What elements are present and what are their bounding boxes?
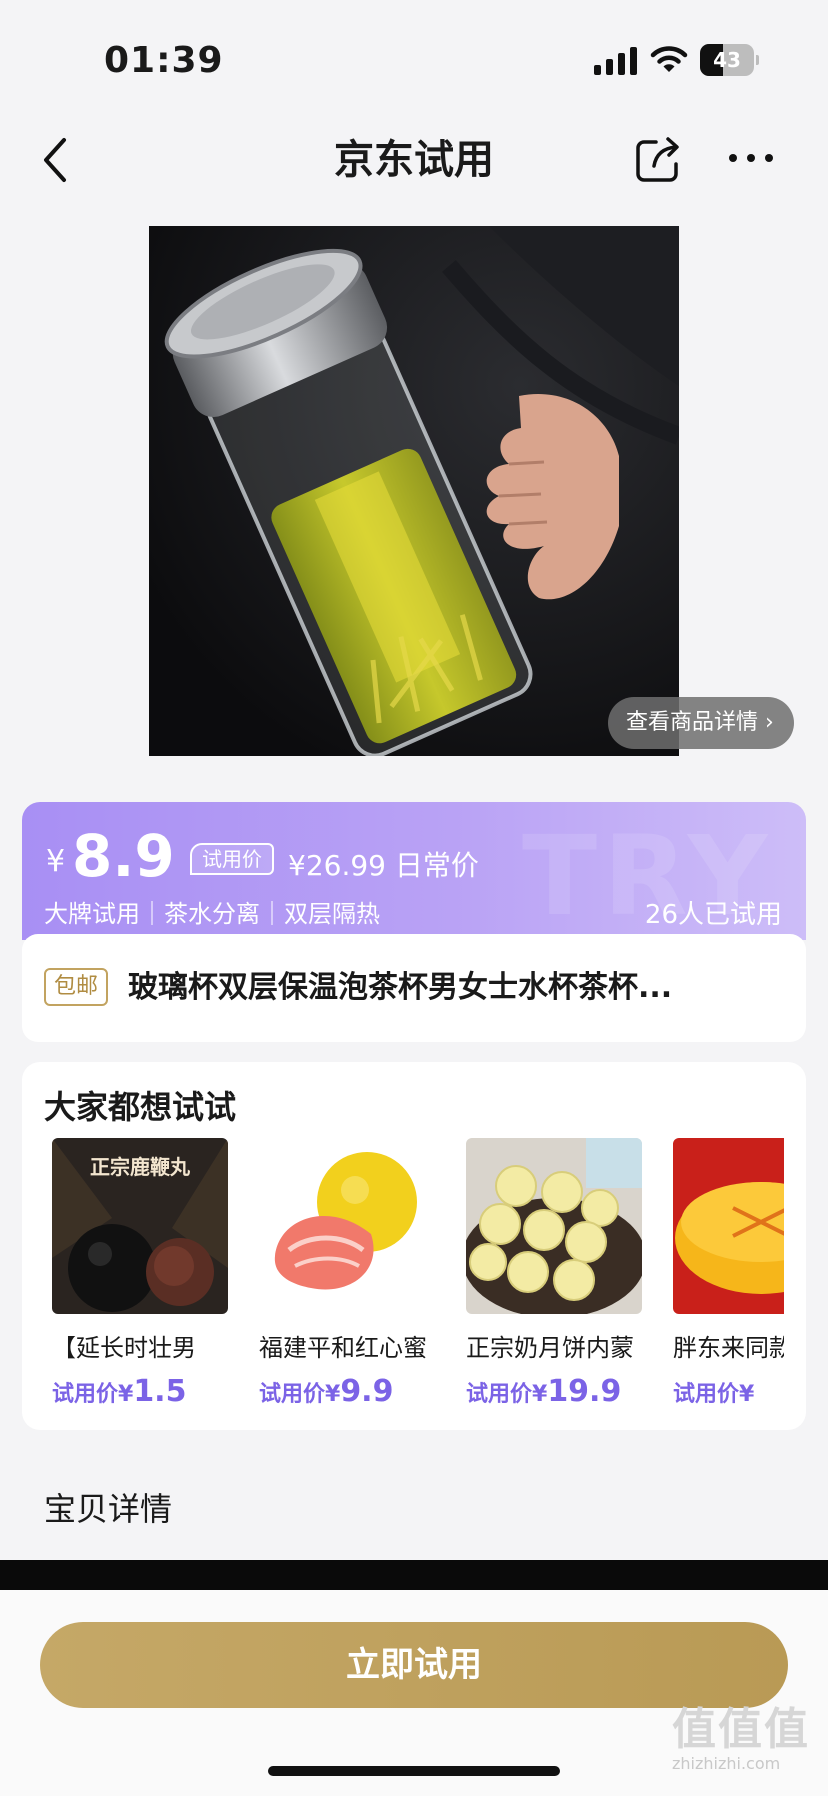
view-product-details-link[interactable]: 查看商品详情 › — [608, 697, 794, 749]
feature-tags: 大牌试用｜茶水分离｜双层隔热 — [44, 900, 380, 928]
watermark-url: zhizhizhi.com — [672, 1754, 781, 1773]
watermark-logo: 值值值 — [672, 1704, 810, 1755]
more-options-icon[interactable] — [726, 138, 776, 178]
status-time: 01:39 — [104, 40, 224, 81]
recommendation-name: 正宗奶月饼内蒙 — [466, 1334, 634, 1362]
recommendation-item[interactable]: 正宗鹿鞭丸 【延长时壮男 试用价¥1.5 — [52, 1138, 252, 1430]
wifi-icon — [650, 46, 688, 72]
recommendation-price: 试用价¥19.9 — [466, 1374, 622, 1409]
product-image[interactable] — [149, 226, 679, 756]
trial-price-tag: 试用价 — [190, 843, 274, 875]
product-details-heading: 宝贝详情 — [44, 1490, 173, 1528]
details-content-top — [0, 1560, 828, 1590]
nav-bar: 京东试用 — [0, 120, 828, 200]
recommendation-name: 【延长时壮男 — [52, 1334, 196, 1362]
tea-tumbler-illustration — [149, 226, 679, 756]
site-watermark: 值值值 zhizhizhi.com — [672, 1704, 810, 1774]
recommendation-item[interactable]: 正宗奶月饼内蒙 试用价¥19.9 — [466, 1138, 666, 1430]
regular-price: ¥26.99 日常价 — [288, 849, 479, 882]
product-thumbnail — [259, 1138, 435, 1314]
product-title-card[interactable]: 包邮 玻璃杯双层保温泡茶杯男女士水杯茶杯... — [22, 934, 806, 1042]
product-title: 玻璃杯双层保温泡茶杯男女士水杯茶杯... — [128, 970, 673, 1005]
price-card: TRY ¥ 8.9 试用价 ¥26.99 日常价 大牌试用｜茶水分离｜双层隔热 … — [22, 802, 806, 940]
recommendations-heading: 大家都想试试 — [44, 1088, 237, 1126]
free-shipping-badge: 包邮 — [44, 968, 109, 1006]
trial-price: 8.9 — [72, 822, 175, 890]
product-thumbnail — [673, 1138, 784, 1314]
status-bar: 01:39 43 — [0, 0, 828, 120]
page-title: 京东试用 — [334, 137, 494, 183]
recommendations-carousel[interactable]: 正宗鹿鞭丸 【延长时壮男 试用价¥1.5 福建平和红心蜜 试用价¥9.9 正宗奶… — [22, 1138, 784, 1430]
recommendation-price: 试用价¥9.9 — [259, 1374, 394, 1409]
share-icon[interactable] — [634, 134, 682, 184]
home-indicator — [268, 1766, 560, 1776]
recommendation-name: 胖东来同款 — [673, 1334, 784, 1362]
cellular-signal-icon — [594, 47, 637, 75]
recommendation-item[interactable]: 福建平和红心蜜 试用价¥9.9 — [259, 1138, 459, 1430]
back-arrow-icon[interactable] — [36, 132, 76, 188]
product-thumbnail: 正宗鹿鞭丸 — [52, 1138, 228, 1314]
recommendation-price: 试用价¥1.5 — [52, 1374, 187, 1409]
recommendation-name: 福建平和红心蜜 — [259, 1334, 427, 1362]
recommendation-item[interactable]: 胖东来同款 试用价¥ — [673, 1138, 784, 1430]
tried-count: 26人已试用 — [644, 900, 782, 930]
thumbnail-label: 正宗鹿鞭丸 — [90, 1155, 191, 1179]
recommendation-price: 试用价¥ — [673, 1382, 755, 1407]
product-thumbnail — [466, 1138, 642, 1314]
try-now-button[interactable]: 立即试用 — [40, 1622, 788, 1708]
battery-percentage: 43 — [713, 48, 741, 72]
battery-icon: 43 — [700, 44, 759, 76]
price-currency: ¥ — [46, 844, 66, 879]
recommendations-section: 大家都想试试 正宗鹿鞭丸 【延长时壮男 试用价¥1.5 福建平和红心蜜 试用价¥… — [22, 1062, 806, 1430]
